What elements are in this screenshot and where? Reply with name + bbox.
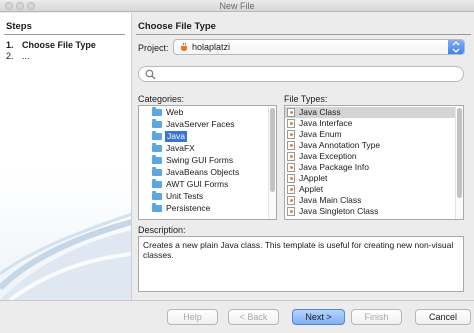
file-type-label: Applet bbox=[299, 184, 324, 194]
scroll-thumb[interactable] bbox=[270, 108, 275, 192]
file-type-label: Java Package Info bbox=[299, 162, 369, 172]
search-input[interactable] bbox=[138, 66, 464, 82]
java-file-icon bbox=[287, 141, 295, 150]
folder-icon bbox=[152, 107, 162, 116]
decorative-swoosh-graphic bbox=[0, 212, 131, 300]
java-file-icon bbox=[287, 207, 295, 216]
category-label: JavaBeans Objects bbox=[166, 167, 240, 177]
folder-icon bbox=[152, 179, 162, 188]
java-file-icon bbox=[287, 196, 295, 205]
file-type-label: Java Annotation Type bbox=[299, 140, 381, 150]
search-icon bbox=[145, 69, 156, 80]
step-label: Choose File Type bbox=[22, 40, 96, 50]
steps-divider bbox=[4, 34, 125, 35]
file-type-item-selected[interactable]: Java Class bbox=[285, 107, 456, 118]
steps-title: Steps bbox=[6, 21, 32, 32]
panel-title: Choose File Type bbox=[138, 21, 216, 32]
step-label: ... bbox=[22, 51, 30, 61]
description-text: Creates a new plain Java class. This tem… bbox=[138, 236, 464, 292]
help-button[interactable]: Help bbox=[167, 309, 218, 325]
java-file-icon bbox=[287, 163, 295, 172]
category-label: AWT GUI Forms bbox=[166, 179, 229, 189]
file-type-label: Java Class bbox=[299, 107, 341, 117]
folder-icon bbox=[152, 167, 162, 176]
java-file-icon bbox=[287, 152, 295, 161]
category-label: JavaFX bbox=[166, 143, 195, 153]
folder-icon bbox=[152, 143, 162, 152]
categories-scrollbar[interactable] bbox=[268, 106, 276, 219]
java-file-icon bbox=[287, 119, 295, 128]
file-type-label: Java Enum bbox=[299, 129, 342, 139]
finish-button[interactable]: Finish bbox=[351, 309, 402, 325]
project-label: Project: bbox=[138, 43, 169, 53]
java-file-icon bbox=[287, 185, 295, 194]
file-type-label: JApplet bbox=[299, 173, 328, 183]
folder-icon bbox=[152, 119, 162, 128]
file-type-label: Java Interface bbox=[299, 118, 353, 128]
file-type-label: Java Singleton Class bbox=[299, 206, 379, 216]
categories-label: Categories: bbox=[138, 94, 185, 104]
file-type-label: Java Exception bbox=[299, 151, 357, 161]
step-number: 2. bbox=[6, 51, 14, 61]
java-file-icon bbox=[287, 174, 295, 183]
java-file-icon bbox=[287, 108, 295, 117]
folder-icon bbox=[152, 203, 162, 212]
category-label: Web bbox=[166, 107, 184, 117]
project-combo[interactable]: holaplatzi bbox=[173, 39, 465, 55]
file-types-scrollbar[interactable] bbox=[455, 106, 463, 219]
button-bar-divider bbox=[0, 300, 474, 301]
categories-list[interactable]: Web JavaServer Faces Java JavaFX Swing G… bbox=[138, 105, 277, 220]
folder-icon bbox=[152, 191, 162, 200]
window-title: New File bbox=[219, 1, 255, 11]
cancel-button[interactable]: Cancel bbox=[415, 309, 471, 325]
back-button[interactable]: < Back bbox=[228, 309, 279, 325]
title-bar: New File bbox=[0, 0, 474, 12]
folder-icon bbox=[152, 155, 162, 164]
step-item: 2.... bbox=[6, 51, 30, 61]
step-item: 1. Choose File Type bbox=[6, 40, 96, 50]
folder-icon bbox=[152, 131, 162, 140]
category-label: Unit Tests bbox=[166, 191, 204, 201]
chevron-updown-icon[interactable] bbox=[448, 40, 464, 54]
step-number: 1. bbox=[6, 40, 14, 50]
file-types-label: File Types: bbox=[284, 94, 328, 104]
category-label: Java bbox=[165, 131, 187, 142]
java-file-icon bbox=[287, 130, 295, 139]
category-label: JavaServer Faces bbox=[166, 119, 235, 129]
scroll-thumb[interactable] bbox=[457, 108, 462, 198]
next-button[interactable]: Next > bbox=[292, 309, 345, 325]
description-label: Description: bbox=[138, 225, 186, 235]
category-label: Persistence bbox=[166, 203, 211, 213]
category-label: Swing GUI Forms bbox=[166, 155, 234, 165]
file-type-label: Java Main Class bbox=[299, 195, 362, 205]
file-types-list[interactable]: Java Class Java Interface Java Enum Java… bbox=[284, 105, 464, 220]
panel-divider bbox=[136, 34, 471, 35]
project-value: holaplatzi bbox=[192, 42, 231, 52]
choose-file-type-panel: Choose File Type Project: holaplatzi Cat… bbox=[133, 13, 474, 300]
steps-panel: Steps 1. Choose File Type 2.... bbox=[0, 13, 132, 300]
java-project-icon bbox=[181, 42, 187, 51]
